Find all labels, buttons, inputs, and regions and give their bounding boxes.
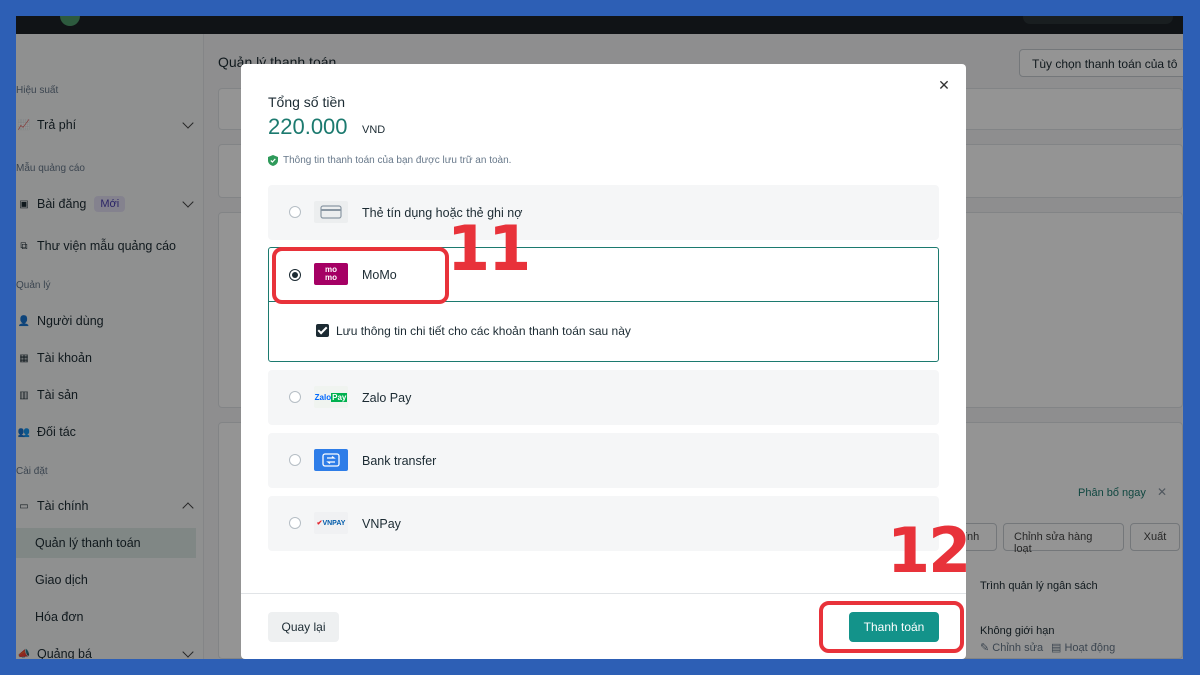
radio-button[interactable] — [289, 206, 301, 218]
secure-note: Thông tin thanh toán của bạn được lưu tr… — [268, 155, 511, 166]
payment-option-zalopay[interactable]: Zalo Pay Zalo Pay — [268, 370, 939, 425]
modal-footer-divider — [241, 593, 966, 594]
payment-option-label: Zalo Pay — [362, 391, 412, 405]
radio-button[interactable] — [289, 391, 301, 403]
annotation-step-12: 12 — [887, 514, 971, 587]
vnpay-logo: ✔ VNPAY — [314, 512, 348, 534]
radio-button[interactable] — [289, 517, 301, 529]
credit-card-icon — [314, 201, 348, 223]
payment-option-card[interactable]: Thẻ tín dụng hoặc thẻ ghi nợ — [268, 185, 939, 240]
payment-option-label: VNPay — [362, 517, 401, 531]
currency-label: VND — [362, 124, 386, 136]
secure-note-text: Thông tin thanh toán của bạn được lưu tr… — [283, 155, 512, 166]
total-amount-label: Tổng số tiền — [268, 94, 346, 110]
bank-transfer-icon — [314, 449, 348, 471]
zalopay-logo: Zalo Pay — [314, 386, 348, 408]
save-details-label: Lưu thông tin chi tiết cho các khoản tha… — [336, 324, 631, 338]
annotation-highlight-pay — [819, 601, 964, 653]
payment-option-label: Bank transfer — [362, 454, 437, 468]
annotation-highlight-momo — [272, 247, 449, 304]
payment-option-vnpay[interactable]: ✔ VNPAY VNPay — [268, 496, 939, 551]
radio-button[interactable] — [289, 454, 301, 466]
save-details-checkbox[interactable] — [316, 324, 329, 337]
payment-option-bank-transfer[interactable]: Bank transfer — [268, 433, 939, 488]
annotation-step-11: 11 — [447, 212, 531, 285]
app-frame: Hiệu suất 📈 Trả phí Mẫu quảng cáo ▣ Bài … — [16, 16, 1183, 659]
back-button[interactable]: Quay lại — [268, 612, 339, 642]
shield-check-icon — [268, 155, 278, 166]
total-amount-value: 220.000 — [268, 114, 348, 139]
payment-modal: ✕ Tổng số tiền 220.000 VND Thông tin tha… — [241, 64, 966, 659]
close-icon[interactable]: ✕ — [937, 78, 951, 92]
